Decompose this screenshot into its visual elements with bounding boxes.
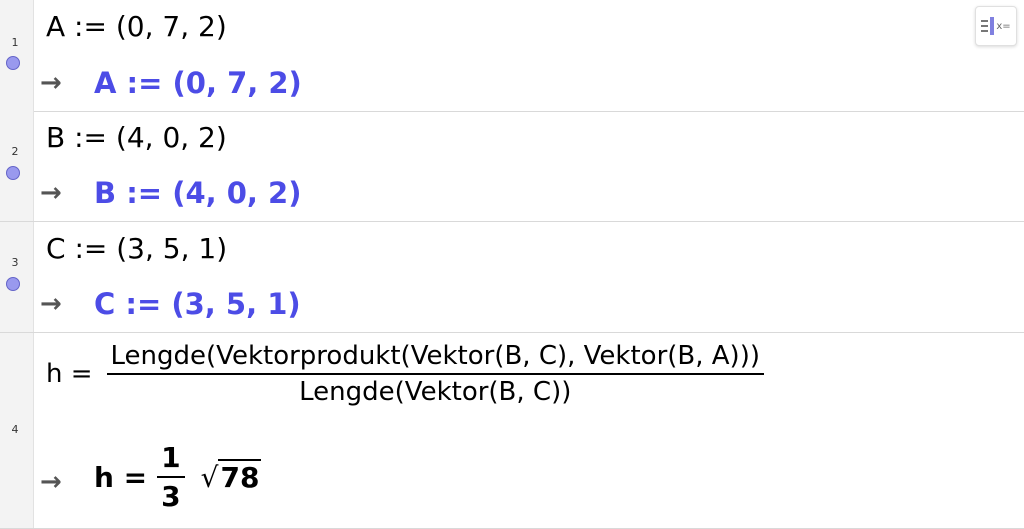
cas-output: C := (3, 5, 1) <box>94 287 301 321</box>
algebra-view-icon <box>981 20 989 32</box>
cas-row-4[interactable]: 4 h = Lengde(Vektorprodukt(Vektor(B, C),… <box>0 333 1024 529</box>
input-numerator: Lengde(Vektorprodukt(Vektor(B, C), Vekto… <box>106 341 764 375</box>
row-gutter: 1 <box>0 0 34 111</box>
algebra-bar-icon <box>990 17 995 35</box>
cas-output: B := (4, 0, 2) <box>94 176 302 210</box>
algebra-toggle-label: x= <box>996 20 1011 32</box>
visibility-toggle[interactable] <box>6 166 20 180</box>
output-sqrt: √78 <box>200 458 262 494</box>
result-arrow-icon: → <box>40 68 62 98</box>
cas-input[interactable]: B := (4, 0, 2) <box>46 121 227 154</box>
cas-row-3[interactable]: 3 C := (3, 5, 1) → C := (3, 5, 1) <box>0 222 1024 333</box>
cas-output: h = 1 3 √78 <box>94 441 262 513</box>
sqrt-symbol: √ <box>200 460 219 494</box>
cas-output: A := (0, 7, 2) <box>94 66 302 100</box>
input-lhs: h = <box>46 359 93 389</box>
cas-row-1[interactable]: 1 A := (0, 7, 2) → A := (0, 7, 2) <box>0 0 1024 112</box>
row-number: 4 <box>11 423 19 436</box>
cas-input[interactable]: A := (0, 7, 2) <box>46 10 227 43</box>
output-lhs: h = <box>94 460 148 494</box>
visibility-toggle[interactable] <box>6 277 20 291</box>
result-arrow-icon: → <box>40 289 62 319</box>
cas-view: 1 A := (0, 7, 2) → A := (0, 7, 2) 2 B :=… <box>0 0 1024 529</box>
visibility-toggle[interactable] <box>6 56 20 70</box>
input-fraction: Lengde(Vektorprodukt(Vektor(B, C), Vekto… <box>106 341 764 407</box>
result-arrow-icon: → <box>40 467 62 497</box>
output-radicand: 78 <box>218 458 262 494</box>
output-fraction: 1 3 <box>157 441 185 513</box>
row-number: 1 <box>11 36 19 49</box>
row-gutter: 3 <box>0 222 34 332</box>
cas-row-2[interactable]: 2 B := (4, 0, 2) → B := (4, 0, 2) <box>0 111 1024 222</box>
row-number: 2 <box>11 145 19 158</box>
output-numerator: 1 <box>157 441 185 478</box>
cas-input[interactable]: h = Lengde(Vektorprodukt(Vektor(B, C), V… <box>46 341 764 407</box>
cas-input[interactable]: C := (3, 5, 1) <box>46 232 227 265</box>
algebra-view-toggle-button[interactable]: x= <box>975 6 1017 46</box>
row-gutter: 2 <box>0 111 34 221</box>
row-gutter: 4 <box>0 333 34 528</box>
row-number: 3 <box>11 256 19 269</box>
result-arrow-icon: → <box>40 178 62 208</box>
output-denominator: 3 <box>161 480 181 513</box>
input-denominator: Lengde(Vektor(B, C)) <box>299 377 572 407</box>
